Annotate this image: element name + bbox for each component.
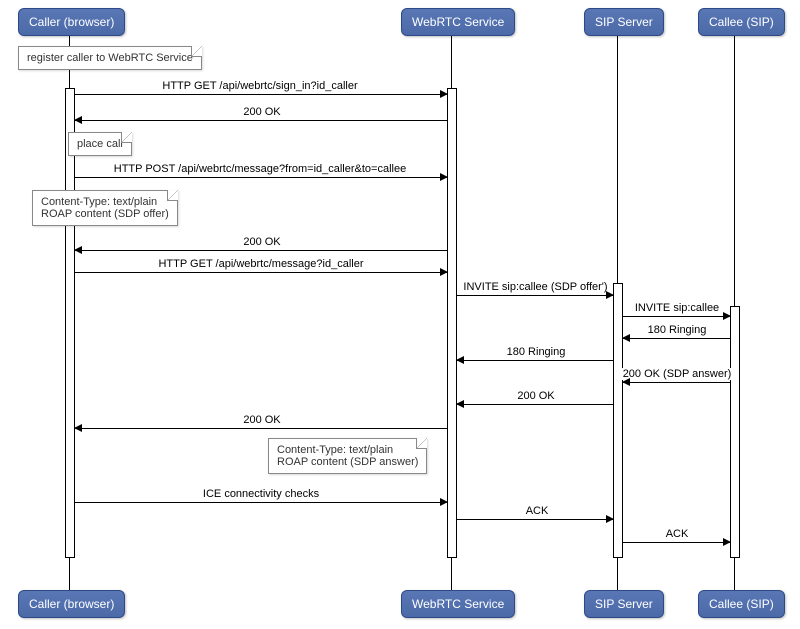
- msg-label: HTTP POST /api/webrtc/message?from=id_ca…: [102, 163, 418, 175]
- participant-label: WebRTC Service: [412, 597, 504, 611]
- note-text: register caller to WebRTC Service: [27, 52, 193, 64]
- arrow-ice: [75, 502, 447, 503]
- msg-label: ICE connectivity checks: [195, 488, 327, 500]
- arrow-ok4: [75, 428, 447, 429]
- arrow-ack1: [457, 519, 613, 520]
- arrow-ok-answer: [623, 382, 730, 383]
- participant-sip-top: SIP Server: [584, 8, 664, 36]
- msg-label: 200 OK: [514, 390, 558, 402]
- arrow-invite1: [457, 295, 613, 296]
- participant-label: Callee (SIP): [709, 15, 774, 29]
- arrow-ok1: [75, 120, 447, 121]
- activation-webrtc: [447, 88, 457, 558]
- participant-caller-bottom: Caller (browser): [18, 590, 125, 618]
- participant-webrtc-top: WebRTC Service: [401, 8, 515, 36]
- participant-label: Caller (browser): [29, 597, 114, 611]
- participant-label: WebRTC Service: [412, 15, 504, 29]
- msg-label: HTTP GET /api/webrtc/message?id_caller: [150, 258, 372, 270]
- note-register: register caller to WebRTC Service: [18, 46, 202, 70]
- note-answer-body: Content-Type: text/plain ROAP content (S…: [268, 438, 427, 474]
- arrow-ringing2: [457, 360, 613, 361]
- msg-label: ACK: [665, 528, 689, 540]
- note-line: ROAP content (SDP answer): [277, 456, 418, 468]
- arrow-invite2: [623, 316, 730, 317]
- msg-label: 180 Ringing: [504, 346, 568, 358]
- activation-caller: [65, 88, 75, 558]
- activation-callee: [730, 306, 740, 558]
- msg-label: HTTP GET /api/webrtc/sign_in?id_caller: [147, 80, 373, 92]
- activation-sip: [613, 283, 623, 558]
- participant-callee-top: Callee (SIP): [698, 8, 785, 36]
- participant-webrtc-bottom: WebRTC Service: [401, 590, 515, 618]
- participant-callee-bottom: Callee (SIP): [698, 590, 785, 618]
- msg-label: ACK: [525, 505, 549, 517]
- participant-caller-top: Caller (browser): [18, 8, 125, 36]
- note-line: Content-Type: text/plain: [41, 196, 169, 208]
- msg-label: INVITE sip:callee (SDP offer'): [460, 281, 611, 293]
- participant-label: SIP Server: [595, 15, 653, 29]
- note-text: place call: [77, 138, 123, 150]
- arrow-post: [75, 177, 447, 178]
- arrow-ok3: [457, 404, 613, 405]
- arrow-ringing1: [623, 338, 730, 339]
- note-line: ROAP content (SDP offer): [41, 208, 169, 220]
- msg-label: 180 Ringing: [645, 324, 709, 336]
- arrow-get-msg: [75, 272, 447, 273]
- arrow-ok2: [75, 250, 447, 251]
- msg-label: 200 OK: [240, 414, 284, 426]
- participant-label: Caller (browser): [29, 15, 114, 29]
- participant-sip-bottom: SIP Server: [584, 590, 664, 618]
- participant-label: SIP Server: [595, 597, 653, 611]
- note-place-call: place call: [68, 132, 132, 156]
- note-line: Content-Type: text/plain: [277, 444, 418, 456]
- msg-label: INVITE sip:callee: [629, 302, 725, 314]
- arrow-ack2: [623, 542, 730, 543]
- msg-label: 200 OK: [240, 236, 284, 248]
- note-offer-body: Content-Type: text/plain ROAP content (S…: [32, 190, 178, 226]
- msg-label: 200 OK (SDP answer): [621, 368, 733, 380]
- arrow-sign-in: [75, 94, 447, 95]
- participant-label: Callee (SIP): [709, 597, 774, 611]
- msg-label: 200 OK: [240, 106, 284, 118]
